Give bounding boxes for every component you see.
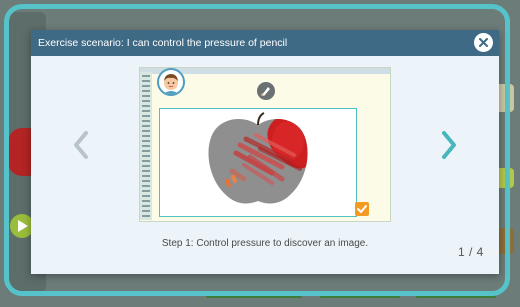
background-bar xyxy=(206,292,302,298)
previous-button[interactable] xyxy=(71,130,91,160)
completion-checkbox[interactable] xyxy=(355,202,369,216)
modal-title: Exercise scenario: I can control the pre… xyxy=(38,37,288,49)
notebook-illustration xyxy=(139,67,391,222)
drawing-canvas[interactable] xyxy=(159,108,357,217)
checkmark-icon xyxy=(357,205,367,213)
chevron-right-icon xyxy=(442,131,456,159)
step-instruction: Step 1: Control pressure to discover an … xyxy=(161,238,369,249)
next-button[interactable] xyxy=(439,130,459,160)
page-indicator: 1 / 4 xyxy=(458,245,484,259)
close-icon xyxy=(479,38,488,47)
modal-header: Exercise scenario: I can control the pre… xyxy=(31,30,499,56)
background-bar xyxy=(416,292,496,298)
notebook-spiral xyxy=(140,72,152,220)
close-button[interactable] xyxy=(474,33,493,52)
apple-drawing xyxy=(208,112,308,204)
chevron-left-icon xyxy=(74,131,88,159)
boy-avatar xyxy=(157,68,185,96)
exercise-modal: Exercise scenario: I can control the pre… xyxy=(31,30,499,274)
background-bar xyxy=(320,292,400,298)
pencil-tool-icon xyxy=(257,82,275,100)
